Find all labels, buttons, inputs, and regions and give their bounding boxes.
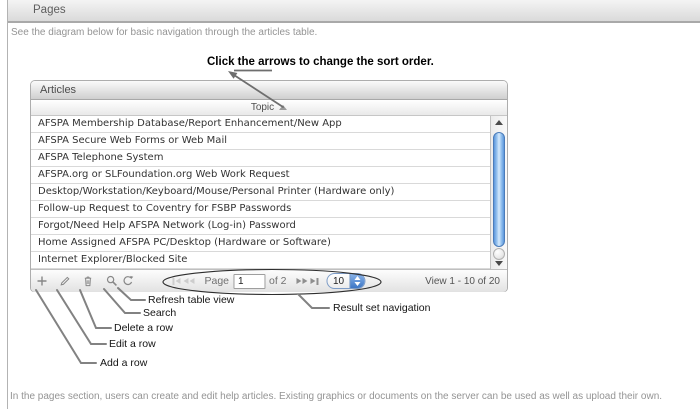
grid-title-label: Articles xyxy=(40,84,76,96)
panel-left-border xyxy=(7,0,8,409)
sort-up-arrow-icon[interactable] xyxy=(279,105,287,110)
topic-column-label: Topic xyxy=(251,102,274,113)
edit-row-button[interactable] xyxy=(59,275,71,287)
trash-icon xyxy=(82,275,94,287)
pencil-icon xyxy=(59,275,71,287)
view-status: View 1 - 10 of 20 xyxy=(425,270,500,292)
page-label: Page xyxy=(204,275,229,287)
table-row[interactable]: AFSPA Telephone System xyxy=(31,150,490,167)
grid-rows: AFSPA Membership Database/Report Enhance… xyxy=(31,116,490,269)
table-row[interactable]: Forgot/Need Help AFSPA Network (Log-in) … xyxy=(31,218,490,235)
table-row[interactable]: AFSPA Secure Web Forms or Web Mail xyxy=(31,133,490,150)
callout-line-add xyxy=(36,290,96,363)
prev-page-button[interactable] xyxy=(183,278,194,284)
grid-toolbar xyxy=(36,270,134,292)
sort-arrow-head-icon xyxy=(228,71,237,79)
callout-line-edit xyxy=(57,290,106,344)
table-row[interactable]: Home Assigned AFSPA PC/Desktop (Hardware… xyxy=(31,235,490,252)
last-page-button[interactable] xyxy=(311,278,319,285)
table-row[interactable]: Follow-up Request to Coventry for FSBP P… xyxy=(31,201,490,218)
page-number-input[interactable] xyxy=(233,274,265,289)
plus-icon xyxy=(36,275,48,287)
callout-search-label: Search xyxy=(143,307,176,319)
vertical-scrollbar[interactable] xyxy=(490,116,507,269)
callout-delete-label: Delete a row xyxy=(114,322,173,334)
page-of-label: of 2 xyxy=(269,275,287,287)
scrollbar-gel-button xyxy=(493,248,505,260)
stepper-icon[interactable] xyxy=(350,274,365,288)
scroll-down-arrow-icon[interactable] xyxy=(495,261,503,266)
page-header: Pages xyxy=(8,0,700,23)
sort-order-annotation: Click the arrows to change the sort orde… xyxy=(207,56,434,68)
page-size-select[interactable]: 10 xyxy=(327,273,366,289)
articles-grid: Articles Topic AFSPA Membership Database… xyxy=(30,80,508,292)
page-title: Pages xyxy=(8,0,700,21)
page-size-value: 10 xyxy=(328,276,350,287)
grid-footer: Page of 2 10 View 1 - 10 of 20 xyxy=(31,269,507,292)
add-row-button[interactable] xyxy=(36,275,48,287)
next-page-button[interactable] xyxy=(297,278,308,284)
table-row[interactable]: Internet Explorer/Blocked Site xyxy=(31,252,490,269)
scrollbar-thumb[interactable] xyxy=(493,132,505,247)
callout-line-delete xyxy=(80,290,111,328)
screen: Pages See the diagram below for basic na… xyxy=(0,0,700,409)
refresh-icon xyxy=(122,275,134,287)
pager: Page of 2 10 xyxy=(172,270,365,292)
magnifier-icon xyxy=(106,275,118,287)
delete-row-button[interactable] xyxy=(82,275,94,287)
callout-refresh-label: Refresh table view xyxy=(148,294,234,306)
table-row[interactable]: AFSPA Membership Database/Report Enhance… xyxy=(31,116,490,133)
first-page-button[interactable] xyxy=(172,278,180,285)
callout-line-search xyxy=(104,289,140,313)
grid-body: AFSPA Membership Database/Report Enhance… xyxy=(31,116,507,269)
callout-add-label: Add a row xyxy=(100,357,147,369)
intro-text: See the diagram below for basic navigati… xyxy=(11,27,317,38)
refresh-button[interactable] xyxy=(122,275,134,287)
bottom-note-text: In the pages section, users can create a… xyxy=(10,391,696,402)
scroll-up-arrow-icon[interactable] xyxy=(495,120,503,125)
topic-column-header[interactable]: Topic xyxy=(31,100,507,116)
callout-edit-label: Edit a row xyxy=(109,338,156,350)
table-row[interactable]: Desktop/Workstation/Keyboard/Mouse/Perso… xyxy=(31,184,490,201)
grid-titlebar: Articles xyxy=(31,81,507,100)
search-button[interactable] xyxy=(106,275,118,287)
callout-result-nav-label: Result set navigation xyxy=(333,302,430,314)
callout-line-result-nav xyxy=(298,294,329,308)
table-row[interactable]: AFSPA.org or SLFoundation.org Web Work R… xyxy=(31,167,490,184)
